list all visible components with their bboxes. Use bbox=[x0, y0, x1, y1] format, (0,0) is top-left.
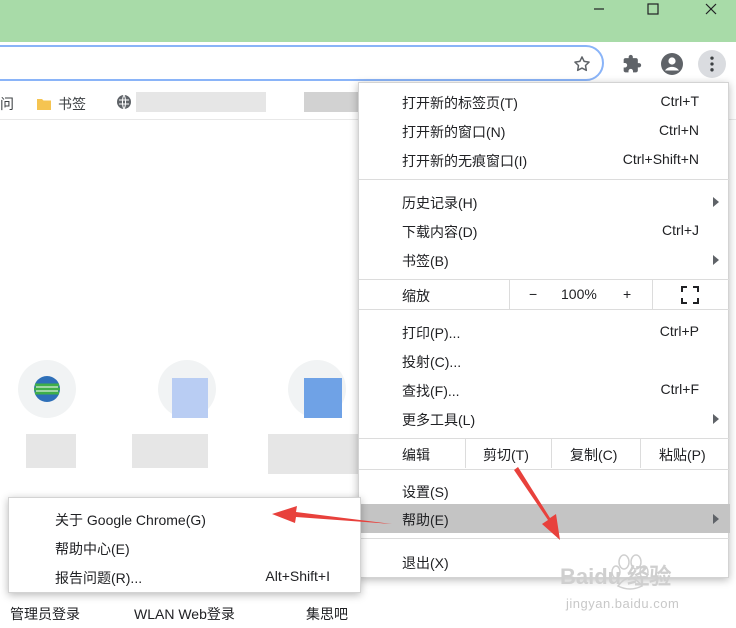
edit-row: 编辑 剪切(T) 复制(C) 粘贴(P) bbox=[359, 439, 730, 468]
star-icon[interactable] bbox=[568, 50, 596, 78]
site-logo-icon bbox=[34, 376, 60, 402]
shortcut-tile[interactable] bbox=[288, 360, 346, 418]
minimize-button[interactable] bbox=[576, 0, 622, 18]
menu-item-bookmarks[interactable]: 书签(B) bbox=[359, 245, 730, 274]
menu-item-settings[interactable]: 设置(S) bbox=[359, 476, 730, 505]
menu-item-find[interactable]: 查找(F)... Ctrl+F bbox=[359, 375, 730, 404]
menu-item-print[interactable]: 打印(P)... Ctrl+P bbox=[359, 317, 730, 346]
maximize-button[interactable] bbox=[630, 0, 676, 18]
bookmark-item-blurred[interactable] bbox=[116, 94, 132, 110]
chevron-right-icon bbox=[713, 197, 719, 207]
close-icon bbox=[705, 3, 717, 15]
submenu-item-help-center[interactable]: 帮助中心(E) bbox=[9, 533, 362, 562]
cut-button[interactable]: 剪切(T) bbox=[483, 445, 529, 465]
zoom-level: 100% bbox=[561, 286, 597, 302]
menu-item-downloads[interactable]: 下载内容(D) Ctrl+J bbox=[359, 216, 730, 245]
menu-item-help[interactable]: 帮助(E) bbox=[359, 504, 730, 533]
paste-button[interactable]: 粘贴(P) bbox=[659, 445, 706, 465]
zoom-label: 缩放 bbox=[402, 288, 430, 304]
address-bar[interactable] bbox=[0, 45, 604, 81]
menu-separator bbox=[359, 309, 730, 310]
blurred-bookmark bbox=[304, 92, 360, 112]
zoom-row: 缩放 − 100% + bbox=[359, 280, 730, 309]
bookmark-item[interactable]: 问 bbox=[0, 94, 14, 114]
help-submenu: 关于 Google Chrome(G) 帮助中心(E) 报告问题(R)... A… bbox=[8, 497, 361, 593]
browser-toolbar bbox=[0, 42, 736, 86]
copy-button[interactable]: 复制(C) bbox=[570, 445, 617, 465]
zoom-in-button[interactable]: + bbox=[623, 286, 631, 302]
watermark-brand: Baidu 经验 bbox=[560, 564, 671, 589]
blurred-tile-label bbox=[132, 434, 208, 468]
folder-icon bbox=[37, 99, 51, 110]
edit-label: 编辑 bbox=[402, 447, 430, 463]
title-bar bbox=[0, 0, 736, 42]
menu-item-cast[interactable]: 投射(C)... bbox=[359, 346, 730, 375]
chevron-right-icon bbox=[713, 255, 719, 265]
bottom-link[interactable]: 集思吧 bbox=[306, 604, 348, 624]
bottom-link[interactable]: 管理员登录 bbox=[10, 604, 80, 624]
menu-separator bbox=[359, 179, 730, 180]
fullscreen-icon[interactable] bbox=[681, 286, 699, 307]
zoom-out-button[interactable]: − bbox=[529, 286, 537, 302]
menu-separator bbox=[359, 469, 730, 470]
menu-item-history[interactable]: 历史记录(H) bbox=[359, 187, 730, 216]
chevron-right-icon bbox=[713, 514, 719, 524]
shortcut-tile[interactable] bbox=[158, 360, 216, 418]
submenu-item-report-issue[interactable]: 报告问题(R)... Alt+Shift+I bbox=[9, 562, 362, 591]
menu-item-new-window[interactable]: 打开新的窗口(N) Ctrl+N bbox=[359, 116, 730, 145]
watermark-url: jingyan.baidu.com bbox=[566, 596, 680, 611]
minimize-icon bbox=[594, 8, 604, 10]
globe-icon bbox=[117, 94, 131, 110]
extensions-icon[interactable] bbox=[618, 50, 646, 78]
close-button[interactable] bbox=[688, 0, 734, 18]
menu-item-more-tools[interactable]: 更多工具(L) bbox=[359, 404, 730, 433]
menu-separator bbox=[359, 538, 730, 539]
menu-item-new-tab[interactable]: 打开新的标签页(T) Ctrl+T bbox=[359, 87, 730, 116]
submenu-item-about-chrome[interactable]: 关于 Google Chrome(G) bbox=[9, 504, 362, 533]
bookmark-folder[interactable]: 书签 bbox=[36, 94, 86, 114]
more-vert-icon[interactable] bbox=[698, 50, 726, 78]
bookmark-label: 问 bbox=[0, 96, 14, 112]
blurred-tile-label bbox=[26, 434, 76, 468]
bottom-link[interactable]: WLAN Web登录 bbox=[134, 604, 235, 624]
bookmark-label: 书签 bbox=[58, 96, 86, 112]
blurred-tile-label bbox=[268, 434, 358, 474]
blurred-bookmark bbox=[136, 92, 266, 112]
menu-item-new-incognito[interactable]: 打开新的无痕窗口(I) Ctrl+Shift+N bbox=[359, 145, 730, 174]
shortcut-tile[interactable] bbox=[18, 360, 76, 418]
chevron-right-icon bbox=[713, 414, 719, 424]
maximize-icon bbox=[647, 3, 659, 15]
chrome-main-menu: 打开新的标签页(T) Ctrl+T 打开新的窗口(N) Ctrl+N 打开新的无… bbox=[358, 82, 730, 578]
profile-icon[interactable] bbox=[658, 50, 686, 78]
